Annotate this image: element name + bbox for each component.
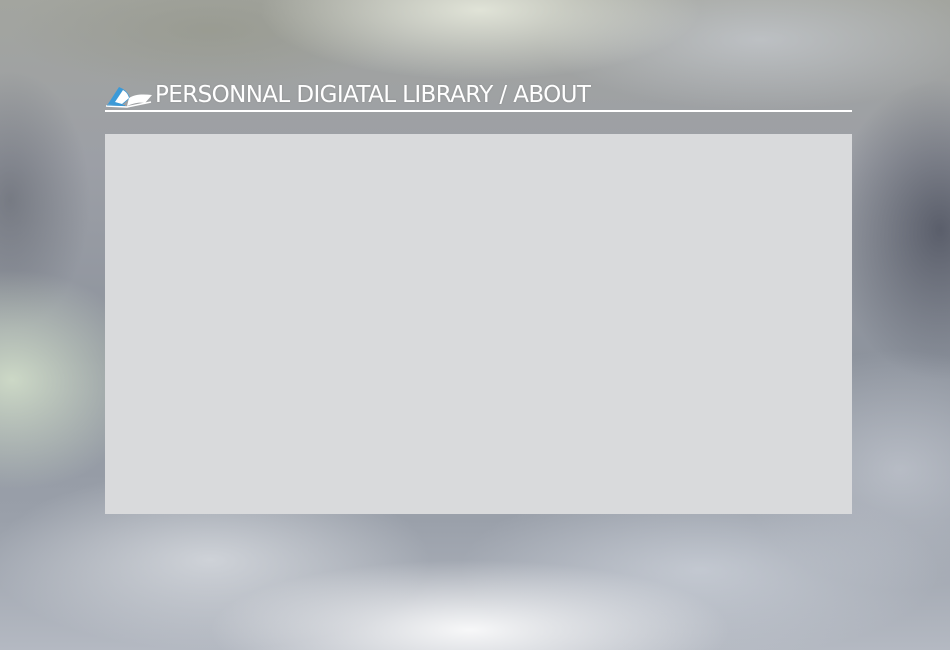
about-content-panel [105,134,852,514]
page-title: PERSONNAL DIGIATAL LIBRARY / ABOUT [155,82,591,108]
open-book-icon [105,87,152,108]
page-header: PERSONNAL DIGIATAL LIBRARY / ABOUT [105,80,852,112]
